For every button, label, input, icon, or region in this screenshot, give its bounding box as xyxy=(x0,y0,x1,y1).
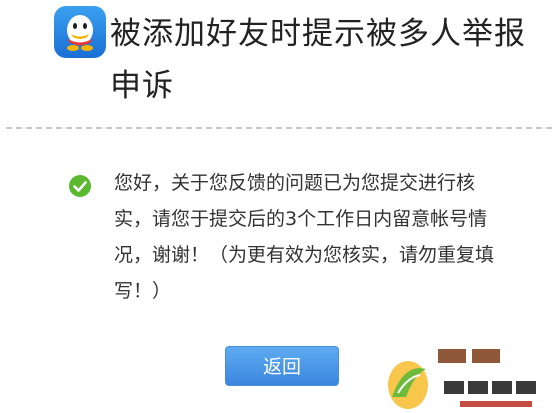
site-watermark-logo xyxy=(368,341,548,411)
section-divider xyxy=(6,127,552,129)
qq-logo-icon xyxy=(54,6,106,58)
notice-message: 您好，关于您反馈的问题已为您提交进行核实，请您于提交后的3个工作日内留意帐号情况… xyxy=(114,172,495,302)
check-circle-icon xyxy=(68,174,92,198)
page-title: 被添加好友时提示被多人举报申诉 xyxy=(110,16,526,104)
appeal-result-page: 被添加好友时提示被多人举报申诉 您好，关于您反馈的问题已为您提交进行核实，请您于… xyxy=(0,0,552,413)
back-button[interactable]: 返回 xyxy=(225,346,339,386)
